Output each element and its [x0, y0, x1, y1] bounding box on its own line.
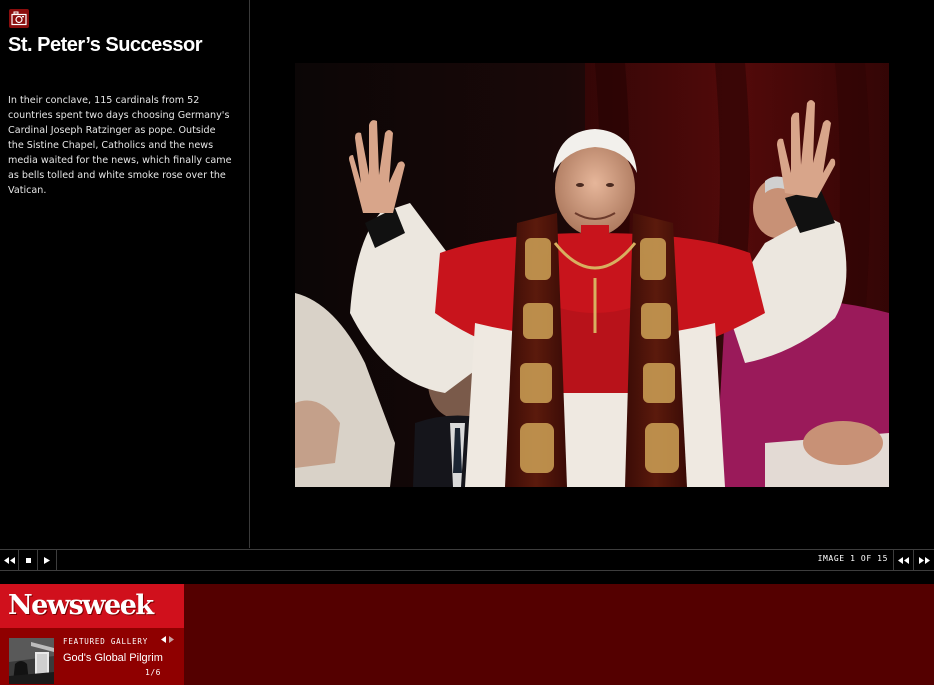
featured-gallery-count: 1/6: [145, 668, 161, 677]
previous-icon: [897, 556, 909, 564]
rewind-icon: [3, 556, 15, 564]
camera-icon: [9, 9, 29, 28]
brand-name: Newsweek: [8, 590, 154, 621]
image-counter: IMAGE 1 OF 15: [817, 554, 888, 563]
gallery-description: In their conclave, 115 cardinals from 52…: [8, 95, 232, 196]
featured-prev-icon[interactable]: [161, 636, 166, 643]
next-icon: [918, 556, 930, 564]
featured-next-icon[interactable]: [169, 636, 174, 643]
featured-thumbnail[interactable]: [9, 638, 54, 684]
featured-gallery-title[interactable]: God's Global Pilgrim: [63, 652, 163, 664]
previous-button[interactable]: [893, 550, 912, 570]
stop-button[interactable]: [19, 550, 38, 570]
stop-icon: [25, 557, 31, 563]
slideshow-app: St. Peter’s Successor In their conclave,…: [0, 0, 934, 685]
next-button[interactable]: [913, 550, 934, 570]
rewind-button[interactable]: [0, 550, 19, 570]
featured-nav: [161, 636, 174, 643]
gallery-title: St. Peter’s Successor: [8, 34, 203, 56]
info-panel: St. Peter’s Successor In their conclave,…: [0, 0, 250, 548]
play-icon: [44, 556, 50, 564]
slideshow-controls: IMAGE 1 OF 15: [0, 549, 934, 571]
featured-gallery[interactable]: FEATURED GALLERY God's Global Pilgrim 1/…: [0, 628, 184, 685]
newsweek-logo[interactable]: Newsweek: [0, 584, 184, 628]
footer: Newsweek FEATURED GALLERY God's Global P…: [0, 584, 934, 685]
featured-label: FEATURED GALLERY: [63, 637, 149, 646]
play-button[interactable]: [38, 550, 57, 570]
main-photo[interactable]: [295, 63, 889, 487]
